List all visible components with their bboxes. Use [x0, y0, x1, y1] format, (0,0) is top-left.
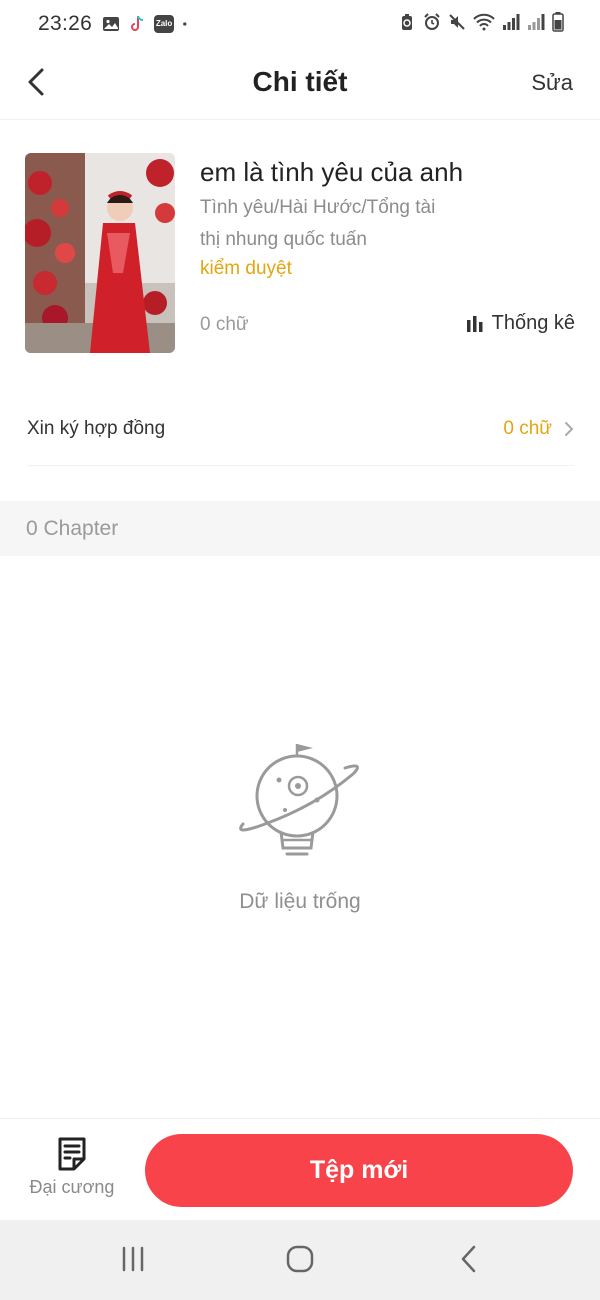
- status-time: 23:26: [38, 12, 93, 35]
- book-status-badge: kiểm duyệt: [200, 258, 292, 279]
- contract-value: 0 chữ: [503, 417, 552, 439]
- empty-state-text: Dữ liệu trống: [239, 890, 361, 913]
- contract-label: Xin ký hợp đồng: [27, 417, 166, 439]
- bar-chart-icon: [466, 315, 483, 332]
- system-navigation-bar: [0, 1220, 600, 1300]
- book-genres: Tình yêu/Hài Hước/Tổng tài: [200, 197, 436, 218]
- system-status-icons: [398, 12, 564, 32]
- book-title: em là tình yêu của anh: [200, 157, 464, 187]
- dot-icon: [183, 22, 187, 26]
- header: Chi tiết Sửa: [0, 48, 600, 120]
- back-icon[interactable]: [455, 1244, 485, 1274]
- signal-icon: [528, 14, 545, 30]
- stats-label: Thống kê: [491, 312, 575, 334]
- zalo-icon: Zalo: [154, 15, 175, 33]
- lightbulb-planet-icon: [239, 744, 359, 856]
- outline-document-icon: [58, 1137, 86, 1171]
- outline-button[interactable]: Đại cương: [20, 1137, 124, 1209]
- outline-label: Đại cương: [29, 1177, 115, 1197]
- empty-state: Dữ liệu trống: [0, 740, 600, 914]
- edit-button[interactable]: Sửa: [531, 70, 573, 96]
- recents-icon[interactable]: [118, 1244, 148, 1274]
- tiktok-icon: [131, 15, 144, 31]
- alarm-icon: [424, 13, 440, 30]
- chapter-count: 0 Chapter: [26, 516, 119, 540]
- page-title: Chi tiết: [252, 66, 348, 97]
- notification-icons: Zalo: [102, 15, 192, 33]
- wifi-icon: [473, 13, 495, 31]
- battery-icon: [552, 12, 564, 32]
- status-bar: 23:26 Zalo: [0, 0, 600, 48]
- book-cover[interactable]: [25, 153, 175, 353]
- chapter-section-header: 0 Chapter: [0, 501, 600, 556]
- stats-button[interactable]: Thống kê: [466, 312, 575, 335]
- mute-icon: [449, 14, 465, 30]
- book-author: thị nhung quốc tuấn: [200, 229, 367, 250]
- chevron-right-icon: [565, 421, 573, 436]
- contract-row[interactable]: Xin ký hợp đồng 0 chữ: [27, 392, 574, 466]
- battery-saver-icon: [402, 14, 412, 30]
- book-card: em là tình yêu của anh Tình yêu/Hài Hước…: [0, 120, 600, 380]
- book-word-count: 0 chữ: [200, 314, 249, 335]
- gallery-icon: [103, 17, 120, 31]
- bottom-action-bar: Đại cương Tệp mới: [0, 1118, 600, 1220]
- new-file-button[interactable]: Tệp mới: [145, 1134, 573, 1207]
- signal-icon: [503, 14, 520, 30]
- home-icon[interactable]: [285, 1244, 315, 1274]
